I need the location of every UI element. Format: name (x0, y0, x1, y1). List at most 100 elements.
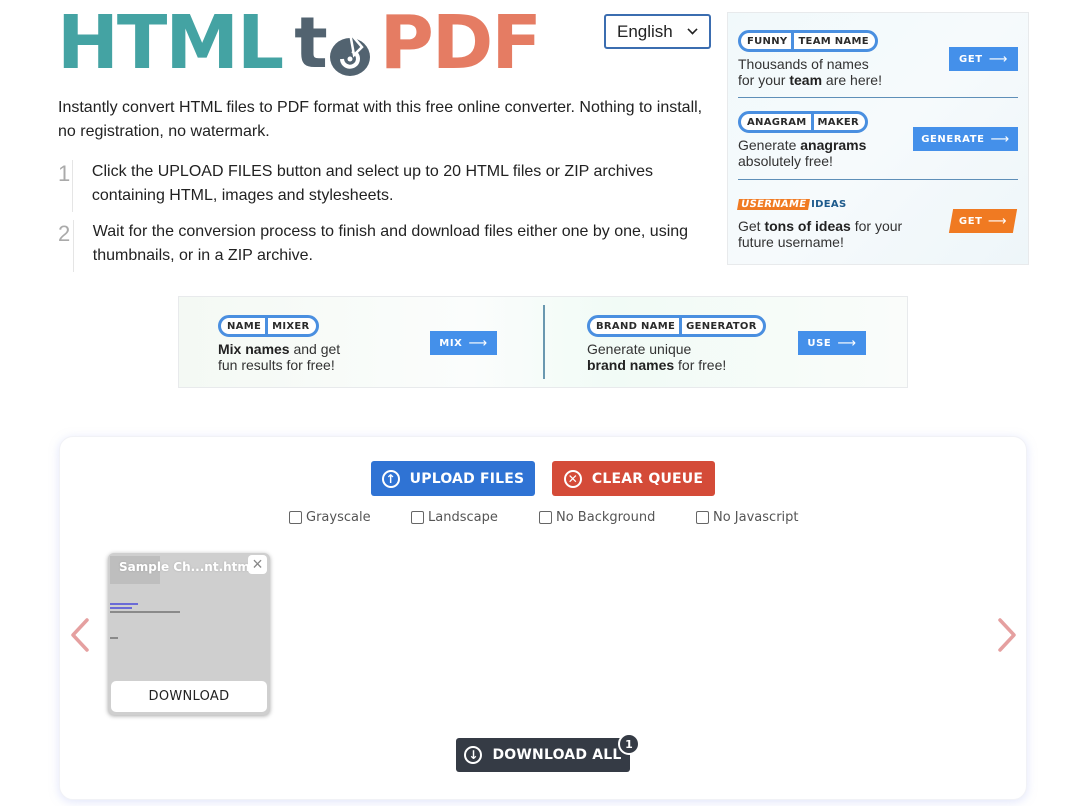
download-arrow-icon: ↓ (464, 746, 483, 764)
checkbox-box[interactable] (411, 511, 424, 524)
ad-desc-text: Get (738, 217, 765, 234)
ad-desc-text: for your (850, 217, 903, 234)
ad-desc-line: future username! (738, 233, 844, 250)
step-divider (72, 160, 73, 212)
carousel-next-button[interactable] (996, 617, 1018, 653)
upload-files-label: UPLOAD FILES (409, 470, 525, 487)
step-item: 1 Click the UPLOAD FILES button and sele… (58, 160, 708, 212)
ad-desc-bold: tons of ideas (764, 217, 851, 234)
ad-tag: USERNAME IDEAS (737, 197, 847, 213)
ad-tag: BRAND NAME GENERATOR (587, 315, 766, 337)
ad-divider (543, 305, 545, 379)
ad-button-label: GENERATE (921, 133, 985, 145)
ad-tag-right: MAKER (817, 116, 860, 128)
step-text: Click the UPLOAD FILES button and select… (91, 163, 654, 204)
arrow-right-icon: ⟶ (468, 335, 488, 351)
ad-tag-right: TEAM NAME (798, 35, 869, 47)
ad-get-button[interactable]: GET ⟶ (948, 209, 1018, 233)
file-name: Sample Ch...nt.html (119, 560, 255, 574)
file-count-badge: 1 (618, 733, 640, 755)
no-background-checkbox[interactable]: No Background (539, 510, 655, 525)
chevron-left-icon (71, 618, 89, 652)
download-file-button[interactable]: DOWNLOAD (111, 681, 267, 712)
clear-queue-button[interactable]: ✕ CLEAR QUEUE (552, 461, 715, 496)
ad-anagram-maker[interactable]: ANAGRAM MAKER Generate anagrams absolutel… (738, 111, 1018, 169)
ad-desc-bold: Mix names (218, 341, 290, 357)
carousel-prev-button[interactable] (69, 617, 91, 653)
ad-name-mixer[interactable]: NAME MIXER Mix names and get fun results … (218, 315, 498, 373)
arrow-right-icon: ⟶ (990, 131, 1010, 147)
ad-tag-right: GENERATOR (686, 320, 757, 332)
pdf-preview (110, 603, 260, 653)
ad-funny-team-name[interactable]: FUNNY TEAM NAME Thousands of names for yo… (738, 30, 1018, 88)
ad-desc-text: and get (289, 341, 341, 357)
ad-desc-line: Thousands of names (738, 56, 869, 72)
ad-banner-middle[interactable]: NAME MIXER Mix names and get fun results … (178, 296, 908, 388)
download-all-label: DOWNLOAD ALL (492, 747, 622, 763)
ad-desc-bold: anagrams (800, 137, 867, 153)
step-number: 1 (58, 161, 71, 186)
ad-tag-left: USERNAME (737, 199, 811, 210)
ad-tag: NAME MIXER (218, 315, 319, 337)
ad-divider (738, 179, 1018, 180)
step-divider (73, 220, 74, 272)
conversion-options: Grayscale Landscape No Background No Jav… (60, 510, 1026, 528)
ad-button-label: GET (958, 215, 983, 227)
landscape-checkbox[interactable]: Landscape (411, 510, 498, 525)
option-label: Grayscale (306, 510, 371, 525)
logo[interactable]: HTML t PDF (57, 0, 542, 86)
grayscale-checkbox[interactable]: Grayscale (289, 510, 371, 525)
logo-to-text: t (294, 2, 327, 84)
ad-tag-right: IDEAS (811, 199, 847, 210)
ad-desc-line: Generate unique (587, 341, 692, 357)
checkbox-box[interactable] (539, 511, 552, 524)
ad-tag-left: ANAGRAM (747, 116, 807, 128)
ad-divider (738, 97, 1018, 98)
ad-mix-button[interactable]: MIX ⟶ (430, 331, 497, 355)
ad-use-button[interactable]: USE ⟶ (798, 331, 866, 355)
ad-username-ideas[interactable]: USERNAME IDEAS Get tons of ideas for your… (737, 194, 1018, 250)
step-text: Wait for the conversion process to finis… (92, 223, 689, 264)
ad-tag-left: FUNNY (747, 35, 788, 47)
upload-arrow-icon: ↑ (381, 469, 400, 488)
ad-button-label: MIX (439, 337, 463, 349)
ad-desc-text: for your (738, 72, 790, 88)
step-number: 2 (58, 221, 71, 246)
logo-to: t (294, 8, 371, 78)
ad-banner-right[interactable]: FUNNY TEAM NAME Thousands of names for yo… (727, 12, 1029, 265)
option-label: No Background (556, 510, 656, 525)
ad-desc-line: absolutely free! (738, 153, 833, 169)
ad-desc-line: fun results for free! (218, 357, 335, 373)
ad-tag-left: NAME (227, 320, 262, 332)
close-icon: × (252, 554, 263, 574)
no-javascript-checkbox[interactable]: No Javascript (696, 510, 799, 525)
option-label: No Javascript (713, 510, 799, 525)
ad-get-button[interactable]: GET ⟶ (949, 47, 1018, 71)
ad-desc-bold: brand names (587, 357, 675, 373)
language-selected: English (617, 21, 673, 41)
remove-file-button[interactable]: × (248, 555, 267, 574)
ad-button-label: USE (807, 337, 832, 349)
checkbox-box[interactable] (696, 511, 709, 524)
upload-files-button[interactable]: ↑ UPLOAD FILES (371, 461, 535, 496)
intro-text: Instantly convert HTML files to PDF form… (58, 99, 703, 140)
converter-panel: ↑ UPLOAD FILES ✕ CLEAR QUEUE Grayscale L… (59, 436, 1027, 800)
clear-queue-label: CLEAR QUEUE (591, 470, 704, 487)
chevron-right-icon (998, 618, 1016, 652)
checkbox-box[interactable] (289, 511, 302, 524)
logo-html-text: HTML (57, 0, 284, 86)
ad-tag-right: MIXER (272, 320, 310, 332)
ad-brand-name-generator[interactable]: BRAND NAME GENERATOR Generate unique bran… (587, 315, 877, 373)
ad-desc-bold: team (789, 72, 823, 88)
option-label: Landscape (428, 510, 498, 525)
close-circle-icon: ✕ (563, 469, 582, 488)
arrow-right-icon: ⟶ (837, 335, 857, 351)
ad-generate-button[interactable]: GENERATE ⟶ (913, 127, 1018, 151)
ad-desc-text: are here! (822, 72, 882, 88)
arrow-right-icon: ⟶ (988, 51, 1008, 67)
download-all-button[interactable]: ↓ DOWNLOAD ALL (456, 738, 630, 772)
ad-tag: ANAGRAM MAKER (738, 111, 869, 133)
ad-desc-text: Generate (738, 137, 801, 153)
language-select[interactable]: English (604, 14, 711, 49)
steps-list: 1 Click the UPLOAD FILES button and sele… (58, 160, 708, 280)
